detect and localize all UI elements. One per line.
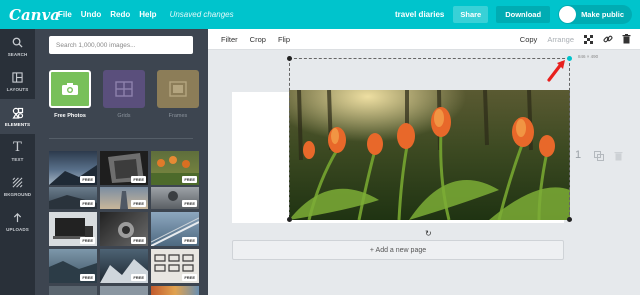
menu-help[interactable]: Help	[139, 10, 156, 19]
resize-handle-top-right[interactable]	[567, 56, 572, 61]
photo-thumbnail[interactable]: FREE	[100, 212, 148, 246]
category-free-photos[interactable]: Free Photos	[49, 70, 91, 119]
crop-button[interactable]: Crop	[250, 35, 266, 44]
elements-panel: Search 1,000,000 images... Free Photos G…	[35, 29, 208, 295]
photo-thumbnail[interactable]: FREE	[100, 187, 148, 209]
trash-icon[interactable]	[621, 34, 632, 45]
document-title[interactable]: travel diaries	[395, 10, 444, 19]
layouts-icon	[12, 72, 24, 84]
elements-icon	[11, 107, 24, 119]
nav-label: TEXT	[11, 156, 24, 162]
menu-undo[interactable]: Undo	[81, 10, 101, 19]
free-badge: FREE	[131, 176, 146, 183]
frames-tile	[157, 70, 199, 108]
photo-thumbnail[interactable]: FREE	[49, 212, 97, 246]
photo-thumbnail[interactable]: FREE	[151, 151, 199, 185]
background-icon	[12, 177, 24, 189]
nav-uploads[interactable]: UPLOADS	[0, 204, 35, 239]
text-icon: T	[13, 139, 22, 155]
free-badge: FREE	[131, 274, 146, 281]
size-readout: 846 × 490	[578, 54, 599, 59]
free-badge: FREE	[80, 200, 95, 207]
photo-thumbnail[interactable]: FREE	[49, 187, 97, 209]
resize-handle-bottom-right[interactable]	[567, 217, 572, 222]
grid-icon	[115, 81, 133, 97]
free-badge: FREE	[131, 237, 146, 244]
photo-thumbnail[interactable]: FREE	[49, 151, 97, 185]
grids-tile	[103, 70, 145, 108]
free-badge: FREE	[80, 237, 95, 244]
canva-logo[interactable]: Canva	[9, 6, 60, 24]
selection-outline-left	[289, 58, 290, 220]
top-bar: Canva File Undo Redo Help Unsaved change…	[0, 0, 640, 29]
copy-button[interactable]: Copy	[520, 35, 538, 44]
duplicate-page-icon[interactable]	[594, 151, 604, 163]
transparency-icon[interactable]	[583, 34, 594, 45]
free-badge: FREE	[182, 237, 197, 244]
flip-button[interactable]: Flip	[278, 35, 290, 44]
nav-background[interactable]: BKGROUND	[0, 169, 35, 204]
free-badge: FREE	[80, 176, 95, 183]
annotation-arrow-icon	[547, 60, 565, 82]
frame-icon	[169, 81, 187, 97]
free-photos-tile	[49, 70, 91, 108]
free-badge: FREE	[182, 274, 197, 281]
left-nav: SEARCH LAYOUTS ELEMENTS T TEXT BKGROUND …	[0, 29, 35, 295]
selection-outline-top	[289, 58, 570, 59]
photo-thumbnail[interactable]	[151, 286, 199, 295]
make-public-label: Make public	[581, 10, 624, 19]
free-badge: FREE	[80, 274, 95, 281]
photo-thumbnail[interactable]: FREE	[151, 249, 199, 283]
arrange-button[interactable]: Arrange	[547, 35, 574, 44]
free-badge: FREE	[182, 200, 197, 207]
share-button[interactable]: Share	[453, 6, 489, 23]
link-icon[interactable]	[602, 34, 613, 45]
rotate-icon[interactable]: ↻	[425, 229, 432, 238]
category-label: Grids	[117, 113, 131, 119]
download-button[interactable]: Download	[496, 6, 551, 23]
camera-icon	[62, 83, 78, 95]
free-badge: FREE	[131, 200, 146, 207]
delete-page-icon[interactable]	[614, 151, 623, 163]
photo-thumbnail[interactable]	[100, 286, 148, 295]
image-search-input[interactable]: Search 1,000,000 images...	[49, 36, 193, 54]
nav-label: BKGROUND	[3, 191, 32, 197]
upload-icon	[12, 212, 24, 224]
photo-thumbnail[interactable]: FREE	[151, 212, 199, 246]
tulip-photo-image	[289, 90, 570, 220]
nav-elements[interactable]: ELEMENTS	[0, 99, 35, 134]
nav-label: SEARCH	[7, 51, 28, 57]
category-frames[interactable]: Frames	[157, 70, 199, 119]
menu-redo[interactable]: Redo	[110, 10, 130, 19]
nav-search[interactable]: SEARCH	[0, 29, 35, 64]
nav-label: UPLOADS	[6, 226, 29, 232]
category-label: Frames	[168, 113, 188, 119]
nav-text[interactable]: T TEXT	[0, 134, 35, 169]
make-public-toggle[interactable]: Make public	[558, 5, 632, 24]
filter-button[interactable]: Filter	[221, 35, 238, 44]
photo-thumbnail[interactable]: FREE	[100, 151, 148, 185]
selected-photo[interactable]	[289, 90, 570, 220]
photo-thumbnail[interactable]: FREE	[49, 249, 97, 283]
free-badge: FREE	[182, 176, 197, 183]
category-label: Free Photos	[54, 113, 86, 119]
photo-thumbnail[interactable]: FREE	[151, 187, 199, 209]
selection-outline-right	[569, 58, 570, 220]
photo-thumbnail[interactable]: FREE	[100, 249, 148, 283]
toggle-knob	[559, 6, 577, 23]
photo-thumbnail[interactable]	[49, 286, 97, 295]
search-icon	[12, 37, 24, 49]
nav-label: ELEMENTS	[4, 121, 31, 127]
category-grids[interactable]: Grids	[103, 70, 145, 119]
panel-divider	[49, 138, 193, 139]
add-new-page-button[interactable]: + Add a new page	[232, 240, 564, 260]
menu-file[interactable]: File	[58, 10, 72, 19]
resize-handle-bottom-left[interactable]	[287, 217, 292, 222]
nav-label: LAYOUTS	[6, 86, 29, 92]
resize-handle-top-left[interactable]	[287, 56, 292, 61]
page-number: 1	[575, 149, 582, 161]
nav-layouts[interactable]: LAYOUTS	[0, 64, 35, 99]
edit-toolbar: Filter Crop Flip Copy Arrange	[208, 29, 640, 50]
save-status: Unsaved changes	[169, 10, 234, 19]
